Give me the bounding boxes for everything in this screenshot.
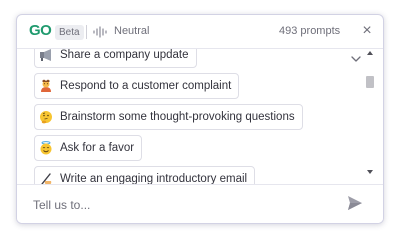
- writing-hand-icon: [41, 173, 52, 184]
- waveform-icon[interactable]: [93, 26, 107, 38]
- composer: [17, 184, 383, 223]
- prompt-label: Write an engaging introductory email: [60, 173, 248, 184]
- prompt-input[interactable]: [33, 195, 313, 215]
- beta-badge: Beta: [55, 25, 84, 40]
- prompt-label: Share a company update: [60, 49, 189, 61]
- prompt-list: Share a company update Respond to a cust…: [17, 49, 383, 184]
- go-logo: GO: [29, 22, 52, 39]
- assistant-panel: GO Beta Neutral 493 prompts × Share a co…: [16, 14, 384, 224]
- tone-selector[interactable]: Neutral: [114, 25, 149, 37]
- close-icon[interactable]: ×: [359, 21, 375, 41]
- list-scrollbar[interactable]: [365, 49, 375, 184]
- send-icon[interactable]: [347, 195, 363, 211]
- chevron-down-icon[interactable]: [351, 56, 361, 62]
- prompt-item-ask-favor[interactable]: Ask for a favor: [34, 135, 143, 161]
- smiling-angel-face-icon: [40, 141, 52, 155]
- megaphone-icon: [40, 49, 51, 61]
- header-divider: [86, 25, 87, 39]
- prompt-item-brainstorm-questions[interactable]: Brainstorm some thought-provoking questi…: [34, 104, 303, 130]
- thinking-face-icon: [40, 111, 52, 124]
- prompt-item-customer-complaint[interactable]: Respond to a customer complaint: [34, 73, 240, 99]
- prompt-label: Ask for a favor: [60, 142, 135, 154]
- panel-header: GO Beta Neutral 493 prompts ×: [17, 15, 383, 49]
- prompt-item-share-update[interactable]: Share a company update: [34, 49, 197, 68]
- scroll-down-arrow-icon[interactable]: [367, 170, 373, 174]
- prompt-count: 493 prompts: [279, 25, 341, 37]
- prompt-label: Brainstorm some thought-provoking questi…: [60, 111, 295, 123]
- prompt-item-introductory-email[interactable]: Write an engaging introductory email: [34, 166, 256, 184]
- prompt-label: Respond to a customer complaint: [60, 80, 232, 92]
- scroll-up-arrow-icon[interactable]: [367, 51, 373, 55]
- scrollbar-thumb[interactable]: [366, 76, 374, 88]
- angry-person-icon: [41, 79, 51, 92]
